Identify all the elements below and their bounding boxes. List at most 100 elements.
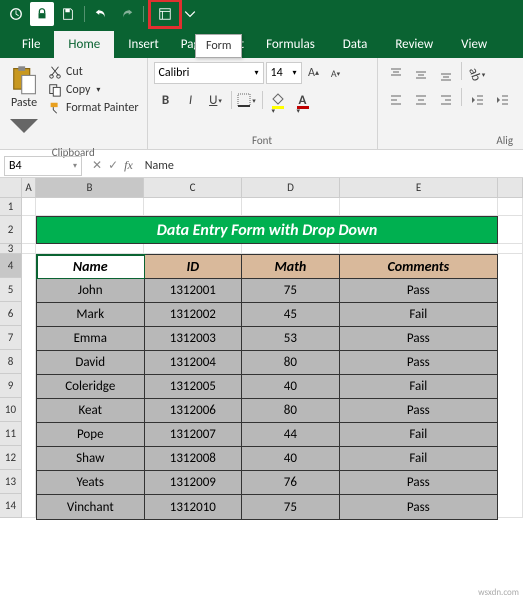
tab-review[interactable]: Review xyxy=(381,31,447,58)
table-cell[interactable]: 80 xyxy=(242,399,340,423)
table-cell[interactable]: 1312004 xyxy=(145,351,243,375)
table-cell[interactable]: 1312001 xyxy=(145,279,243,303)
format-painter-button[interactable]: Format Painter xyxy=(46,100,141,116)
enter-icon[interactable]: ✓ xyxy=(108,158,118,173)
row-header[interactable]: 14 xyxy=(0,494,22,518)
col-header[interactable]: A xyxy=(22,178,36,198)
table-cell[interactable]: Emma xyxy=(37,327,145,351)
italic-button[interactable]: I xyxy=(179,88,203,112)
table-cell[interactable]: 80 xyxy=(242,351,340,375)
table-cell[interactable]: Fail xyxy=(340,423,497,447)
table-cell[interactable]: Fail xyxy=(340,447,497,471)
font-size-select[interactable]: 14▾ xyxy=(266,62,302,84)
cut-button[interactable]: Cut xyxy=(46,64,141,80)
table-cell[interactable]: John xyxy=(37,279,145,303)
table-cell[interactable]: 40 xyxy=(242,375,340,399)
paste-button[interactable]: Paste xyxy=(6,62,42,144)
table-cell[interactable]: Pass xyxy=(340,279,497,303)
row-header[interactable]: 6 xyxy=(0,302,22,326)
align-right-button[interactable] xyxy=(434,88,458,112)
align-bottom-button[interactable] xyxy=(434,62,458,86)
table-cell[interactable]: David xyxy=(37,351,145,375)
row-header[interactable]: 4 xyxy=(0,254,22,278)
table-cell[interactable]: Pope xyxy=(37,423,145,447)
tab-view[interactable]: View xyxy=(447,31,501,58)
table-cell[interactable]: Yeats xyxy=(37,471,145,495)
col-header[interactable]: B xyxy=(36,178,144,198)
font-name-select[interactable]: Calibri▾ xyxy=(154,62,264,84)
table-cell[interactable]: Pass xyxy=(340,495,497,519)
table-cell[interactable]: 1312009 xyxy=(145,471,243,495)
row-header[interactable]: 10 xyxy=(0,398,22,422)
redo-button[interactable] xyxy=(115,2,139,26)
formula-input[interactable]: Name xyxy=(139,159,523,173)
col-header[interactable]: E xyxy=(340,178,498,198)
row-header[interactable]: 7 xyxy=(0,326,22,350)
copy-button[interactable]: Copy▾ xyxy=(46,82,141,98)
table-cell[interactable]: 1312002 xyxy=(145,303,243,327)
table-cell[interactable]: 75 xyxy=(242,495,340,519)
table-cell[interactable]: Vinchant xyxy=(37,495,145,519)
bold-button[interactable]: B xyxy=(154,88,178,112)
table-cell[interactable]: Mark xyxy=(37,303,145,327)
table-cell[interactable]: Coleridge xyxy=(37,375,145,399)
tab-formulas[interactable]: Formulas xyxy=(252,31,329,58)
table-cell[interactable]: Shaw xyxy=(37,447,145,471)
tab-insert[interactable]: Insert xyxy=(114,31,173,58)
form-button[interactable] xyxy=(153,2,177,26)
row-header[interactable]: 2 xyxy=(0,216,22,244)
align-middle-button[interactable] xyxy=(409,62,433,86)
tab-home[interactable]: Home xyxy=(54,31,114,58)
table-cell[interactable]: 44 xyxy=(242,423,340,447)
row-header[interactable]: 12 xyxy=(0,446,22,470)
table-cell[interactable]: 53 xyxy=(242,327,340,351)
increase-indent-button[interactable] xyxy=(490,88,514,112)
save-button[interactable] xyxy=(56,2,80,26)
select-all-corner[interactable] xyxy=(0,178,22,198)
table-cell[interactable]: Pass xyxy=(340,351,497,375)
table-cell[interactable]: Fail xyxy=(340,375,497,399)
row-header[interactable]: 5 xyxy=(0,278,22,302)
row-header[interactable]: 3 xyxy=(0,244,22,254)
cancel-icon[interactable]: ✕ xyxy=(92,158,102,173)
table-cell[interactable]: 1312006 xyxy=(145,399,243,423)
align-center-button[interactable] xyxy=(409,88,433,112)
table-cell[interactable]: Pass xyxy=(340,399,497,423)
decrease-indent-button[interactable] xyxy=(465,88,489,112)
border-button[interactable] xyxy=(235,88,259,112)
row-header[interactable]: 9 xyxy=(0,374,22,398)
table-cell[interactable]: 1312003 xyxy=(145,327,243,351)
qat-dropdown[interactable] xyxy=(184,2,196,26)
fill-color-button[interactable] xyxy=(266,88,290,112)
tab-data[interactable]: Data xyxy=(329,31,382,58)
align-top-button[interactable] xyxy=(384,62,408,86)
table-cell[interactable]: Fail xyxy=(340,303,497,327)
increase-font-button[interactable]: A▴ xyxy=(304,62,324,84)
title-banner[interactable]: Data Entry Form with Drop Down xyxy=(36,216,498,244)
table-cell[interactable]: 76 xyxy=(242,471,340,495)
col-header[interactable]: D xyxy=(242,178,340,198)
align-left-button[interactable] xyxy=(384,88,408,112)
row-header[interactable]: 11 xyxy=(0,422,22,446)
table-cell[interactable]: Pass xyxy=(340,471,497,495)
table-cell[interactable]: 1312008 xyxy=(145,447,243,471)
table-header[interactable]: Comments xyxy=(340,255,497,279)
table-header[interactable]: ID xyxy=(145,255,243,279)
table-cell[interactable]: 40 xyxy=(242,447,340,471)
font-color-button[interactable]: A xyxy=(291,88,315,112)
col-header[interactable]: C xyxy=(144,178,242,198)
name-box[interactable]: B4▾ xyxy=(4,156,82,176)
table-cell[interactable]: 1312005 xyxy=(145,375,243,399)
cell-b4-active[interactable]: Name xyxy=(37,255,145,279)
decrease-font-button[interactable]: A▾ xyxy=(326,62,346,84)
autosave-button[interactable] xyxy=(4,2,28,26)
fx-icon[interactable]: fx xyxy=(124,158,133,173)
table-cell[interactable]: 1312007 xyxy=(145,423,243,447)
col-header[interactable] xyxy=(498,178,523,198)
table-cell[interactable]: Keat xyxy=(37,399,145,423)
undo-button[interactable] xyxy=(89,2,113,26)
tab-file[interactable]: File xyxy=(8,31,54,58)
underline-button[interactable]: U xyxy=(204,88,228,112)
row-header[interactable]: 1 xyxy=(0,198,22,216)
table-cell[interactable]: Pass xyxy=(340,327,497,351)
